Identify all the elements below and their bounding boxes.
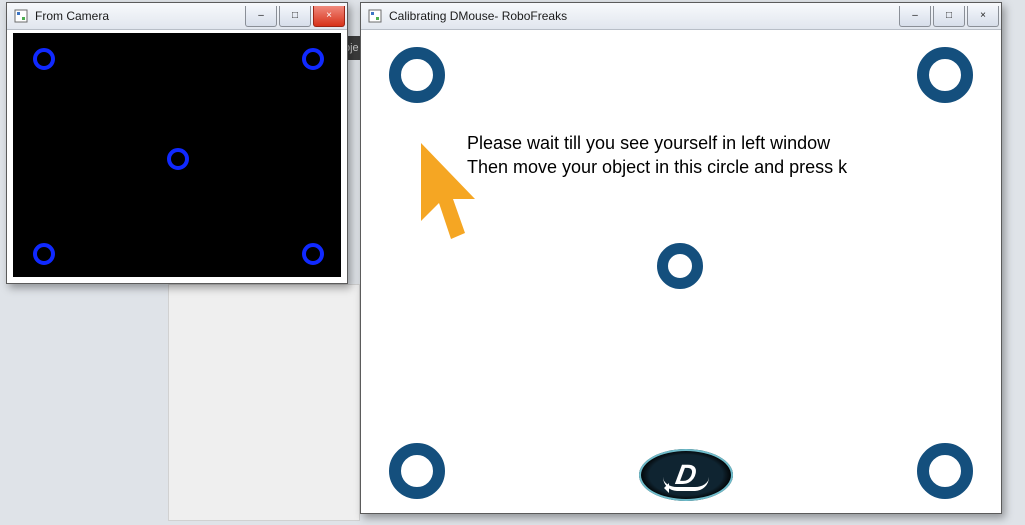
window-buttons: – □ × (897, 6, 999, 26)
calibration-canvas: Please wait till you see yourself in lef… (367, 33, 995, 507)
close-button[interactable]: × (313, 6, 345, 27)
calibration-window: Calibrating DMouse- RoboFreaks – □ × Ple… (360, 2, 1002, 514)
background-panel (168, 284, 360, 521)
calibration-point-tl-icon (33, 48, 55, 70)
window-buttons: – □ × (243, 6, 345, 26)
calibration-point-br-icon (302, 243, 324, 265)
app-icon (367, 8, 383, 24)
minimize-button[interactable]: – (245, 6, 277, 27)
calibration-window-title: Calibrating DMouse- RoboFreaks (389, 9, 897, 23)
calibration-titlebar[interactable]: Calibrating DMouse- RoboFreaks – □ × (361, 3, 1001, 30)
robofreaks-logo-icon: D (639, 449, 733, 501)
cursor-arrow-icon (411, 143, 481, 253)
app-icon (13, 8, 29, 24)
camera-window: From Camera – □ × (6, 2, 348, 284)
target-circle-tr-icon (917, 47, 973, 103)
target-circle-center-icon (657, 243, 703, 289)
target-circle-tl-icon (389, 47, 445, 103)
logo-swoosh-icon (663, 477, 709, 491)
camera-window-title: From Camera (35, 9, 243, 23)
instruction-line-2: Then move your object in this circle and… (467, 155, 847, 179)
target-circle-br-icon (917, 443, 973, 499)
camera-titlebar[interactable]: From Camera – □ × (7, 3, 347, 30)
calibration-point-tr-icon (302, 48, 324, 70)
target-circle-bl-icon (389, 443, 445, 499)
desktop: oje From Camera – □ × Calib (0, 0, 1025, 525)
instruction-line-1: Please wait till you see yourself in lef… (467, 131, 847, 155)
calibration-point-bl-icon (33, 243, 55, 265)
minimize-button[interactable]: – (899, 6, 931, 27)
maximize-button[interactable]: □ (279, 6, 311, 27)
close-button[interactable]: × (967, 6, 999, 27)
instruction-text: Please wait till you see yourself in lef… (467, 131, 847, 180)
maximize-button[interactable]: □ (933, 6, 965, 27)
calibration-point-center-icon (167, 148, 189, 170)
camera-feed (13, 33, 341, 277)
